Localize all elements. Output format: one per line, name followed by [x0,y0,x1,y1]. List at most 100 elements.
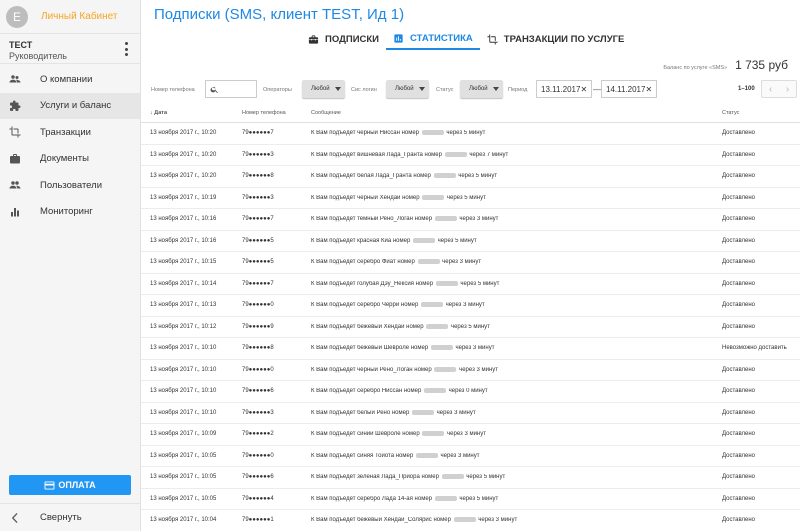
table-row[interactable]: 13 ноября 2017 г., 10:10 79●●●●●●3 К Вам п… [141,403,800,424]
table-row[interactable]: 13 ноября 2017 г., 10:12 79●●●●●●9 К Вам п… [141,317,800,338]
cell-date: 13 ноября 2017 г., 10:14 [150,280,217,287]
cell-phone: 79●●●●●●0 [242,452,274,459]
cell-date: 13 ноября 2017 г., 10:10 [150,388,217,395]
message-text: К Вам подъедет серебро Фиат номер [311,259,415,266]
cell-phone: 79●●●●●●5 [242,259,274,266]
table-row[interactable]: 13 ноября 2017 г., 10:15 79●●●●●●5 К Вам п… [141,252,800,274]
cell-status: Доставлено [722,366,756,373]
period-dash: — [593,85,601,94]
cell-status: Доставлено [722,517,756,524]
next-page-button[interactable]: › [779,81,796,97]
phone-filter-label: Номер телефона [151,87,195,93]
date-to-input[interactable]: 14.11.2017 ✕ [601,80,657,98]
cabinet-link[interactable]: Личный Кабинет [41,11,117,22]
phone-search-input[interactable] [205,80,257,98]
bar-chart-icon [11,207,19,217]
table-row[interactable]: 13 ноября 2017 г., 10:09 79●●●●●●2 К Вам п… [141,424,800,446]
status-select-value: Любой [469,86,488,92]
collapse-button[interactable]: Свернуть [0,503,140,531]
cell-message: К Вам подъедет голубая Дэу_Нексия номер … [311,280,722,287]
redacted-plate [435,280,458,286]
message-text: через 0 минут [448,388,488,395]
date-to-value: 14.11.2017 [606,84,646,94]
chevron-left-icon [11,512,18,523]
user-name: ТЕСТ [9,40,33,50]
cell-date: 13 ноября 2017 г., 10:05 [150,474,217,481]
cell-date: 13 ноября 2017 г., 10:09 [150,431,217,438]
message-text: через 3 минут [440,452,480,459]
date-from-value: 13.11.2017 [541,84,581,94]
sidebar-item-monitoring[interactable]: Мониторинг [0,199,140,226]
status-select[interactable]: Любой [460,80,503,98]
message-text: К Вам подъедет серебро Черри номер [311,302,419,309]
prev-page-button[interactable]: ‹ [762,81,779,97]
crop-icon [487,33,498,45]
table-row[interactable]: 13 ноября 2017 г., 10:20 79●●●●●●8 К Вам п… [141,166,800,188]
sidebar-item-users[interactable]: Пользователи [0,172,140,199]
cell-message: К Вам подъедет синий Шевроле номер через… [311,431,722,437]
cell-phone: 79●●●●●●7 [242,216,274,223]
cell-phone: 79●●●●●●4 [242,495,274,502]
table-row[interactable]: 13 ноября 2017 г., 10:13 79●●●●●●0 К Вам п… [141,295,800,317]
message-text: К Вам подъедет черный Ниссан номер [311,130,420,137]
cell-message: К Вам подъедет серебро Черри номер через… [311,302,722,308]
table-row[interactable]: 13 ноября 2017 г., 10:14 79●●●●●●7 К Вам п… [141,274,800,295]
table-row[interactable]: 13 ноября 2017 г., 10:16 79●●●●●●7 К Вам п… [141,209,800,231]
sidebar-item-company[interactable]: О компании [0,66,140,93]
avatar[interactable]: E [6,5,28,28]
table-row[interactable]: 13 ноября 2017 г., 10:10 79●●●●●●0 К Вам п… [141,360,800,381]
cell-date: 13 ноября 2017 г., 10:10 [150,345,217,352]
tab-statistics[interactable]: СТАТИСТИКА [386,28,480,50]
tab-service-transactions[interactable]: ТРАНЗАКЦИИ ПО УСЛУГЕ [480,28,632,50]
table-row[interactable]: 13 ноября 2017 г., 10:19 79●●●●●●3 К Вам п… [141,188,800,209]
cell-message: К Вам подъедет синяя Тойота номер через … [311,452,722,459]
message-text: через 3 минут [436,409,476,416]
caret-down-icon [419,87,425,91]
table-row[interactable]: 13 ноября 2017 г., 10:20 79●●●●●●3 К Вам п… [141,145,800,166]
cell-date: 13 ноября 2017 г., 10:13 [150,302,217,309]
table-row[interactable]: 13 ноября 2017 г., 10:05 79●●●●●●6 К Вам п… [141,467,800,489]
table-row[interactable]: 13 ноября 2017 г., 10:16 79●●●●●●5 К Вам п… [141,231,800,252]
cell-phone: 79●●●●●●7 [242,280,274,287]
cell-phone: 79●●●●●●1 [242,517,274,524]
redacted-plate [434,366,457,372]
table-row[interactable]: 13 ноября 2017 г., 10:10 79●●●●●●6 К Вам п… [141,381,800,403]
cell-status: Доставлено [722,452,756,459]
cell-date: 13 ноября 2017 г., 10:15 [150,259,217,266]
sys-login-select[interactable]: Любой [386,80,429,98]
redacted-plate [423,388,446,394]
table-row[interactable]: 13 ноября 2017 г., 10:04 79●●●●●●1 К Вам п… [141,510,800,531]
cell-status: Доставлено [722,495,756,502]
message-text: через 5 минут [459,495,499,502]
date-from-input[interactable]: 13.11.2017 ✕ [536,80,592,98]
table-row[interactable]: 13 ноября 2017 г., 10:05 79●●●●●●0 К Вам п… [141,446,800,467]
table-row[interactable]: 13 ноября 2017 г., 10:05 79●●●●●●4 К Вам п… [141,489,800,510]
cell-status: Доставлено [722,431,756,438]
sidebar-item-transactions[interactable]: Транзакции [0,119,140,146]
cell-date: 13 ноября 2017 г., 10:05 [150,452,217,459]
table-row[interactable]: 13 ноября 2017 г., 10:20 79●●●●●●7 К Вам п… [141,123,800,145]
cell-message: К Вам подъедет белая Лада_Гранта номер ч… [311,173,722,179]
cell-message: К Вам подъедет красная Киа номер через 5… [311,237,722,244]
column-header-date[interactable]: ↓ Дата [141,110,242,116]
sidebar-header: E Личный Кабинет [0,0,140,34]
message-text: К Вам подъедет красная Киа номер [311,237,411,244]
clear-icon[interactable]: ✕ [645,85,652,94]
message-text: через 5 минут [446,130,486,137]
pay-button[interactable]: ОПЛАТА [9,475,131,495]
sidebar-item-services[interactable]: Услуги и баланс [0,92,140,119]
message-text: К Вам подъедет серебро Ниссан номер [311,388,422,395]
tab-subscriptions[interactable]: ПОДПИСКИ [301,28,386,50]
more-vert-icon[interactable] [124,42,128,56]
clear-icon[interactable]: ✕ [580,85,587,94]
cell-message: К Вам подъедет серебро Лада 14-ая номер … [311,495,722,502]
message-text: через 5 минут [437,237,477,244]
sidebar-menu: О компании Услуги и баланс Транзакции До… [0,66,140,225]
operators-select[interactable]: Любой [302,80,345,98]
message-text: К Вам подъедет бежевый Шевроле номер [311,345,429,352]
chart-icon [394,33,403,43]
cell-status: Доставлено [722,409,756,416]
sidebar-item-documents[interactable]: Документы [0,146,140,173]
table-row[interactable]: 13 ноября 2017 г., 10:10 79●●●●●●8 К Вам п… [141,338,800,360]
cell-phone: 79●●●●●●3 [242,151,274,158]
